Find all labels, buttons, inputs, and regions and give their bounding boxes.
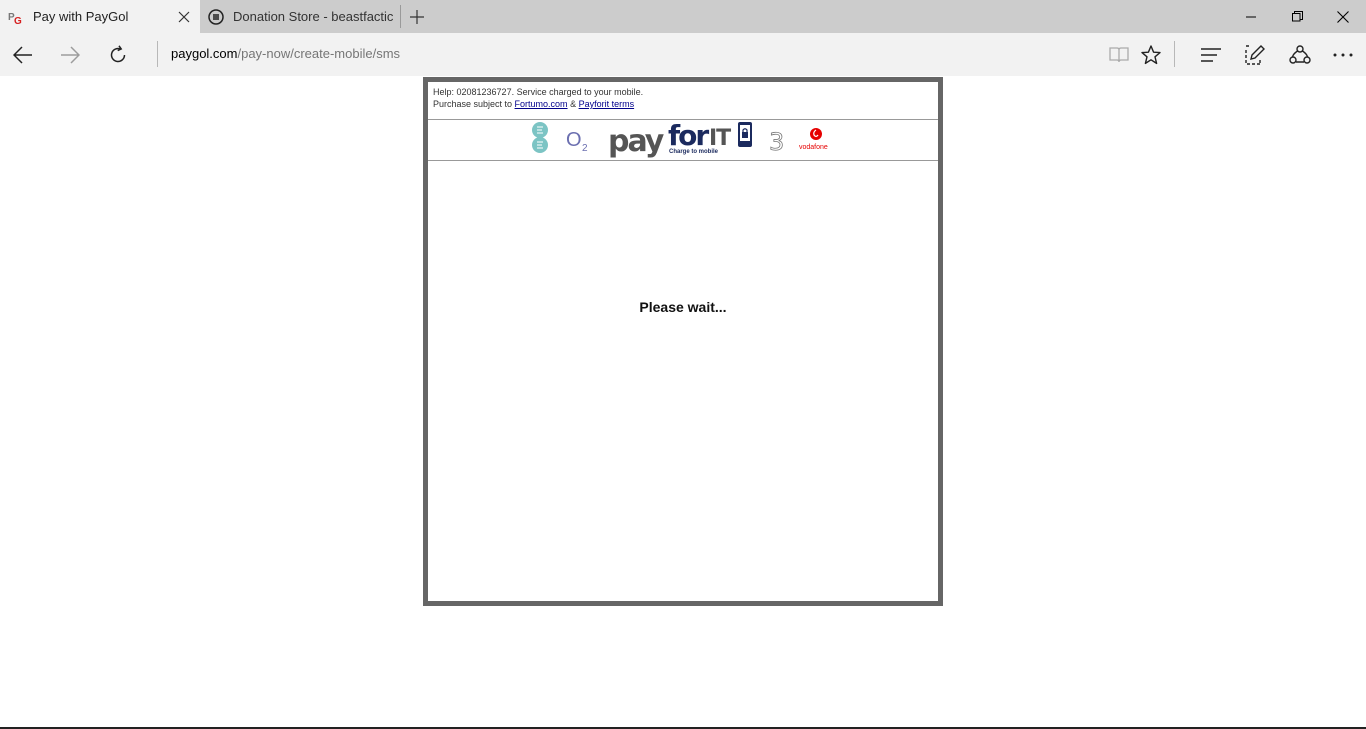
operator-logos: O 2 pay for IT Charge to mobile 3 vodafo… [428,119,938,161]
o2-logo: O [566,129,582,151]
web-note-button[interactable] [1232,33,1278,76]
payment-frame: Help: 02081236727. Service charged to yo… [423,77,943,606]
star-icon [1141,44,1161,64]
forward-button[interactable] [47,33,93,76]
address-path: /pay-now/create-mobile/sms [237,46,401,61]
plus-icon [410,9,424,24]
navigation-bar: paygol.com/pay-now/create-mobile/sms [0,33,1366,76]
refresh-icon [110,44,126,62]
forward-arrow-icon [61,45,80,64]
payforit-it: IT [709,126,731,151]
help-box: Help: 02081236727. Service charged to yo… [428,82,938,120]
payforit-pay: pay [608,124,665,159]
more-button[interactable] [1320,33,1366,76]
vodafone-logo-icon [810,128,822,140]
toolbar-divider [1174,41,1175,67]
back-button[interactable] [0,33,46,76]
mobile-lock-icon [738,122,752,147]
refresh-button[interactable] [95,33,141,76]
close-tab-icon[interactable] [168,0,200,33]
status-message: Please wait... [639,299,727,315]
vodafone-wordmark: vodafone [799,144,828,151]
close-window-button[interactable] [1320,0,1366,33]
book-icon [1109,46,1129,62]
address-bar[interactable]: paygol.com/pay-now/create-mobile/sms [171,46,400,61]
restore-icon [1291,11,1303,22]
address-divider [157,41,158,67]
payforit-for: for [668,120,709,152]
back-arrow-icon [13,45,32,64]
share-icon [1289,44,1311,64]
tab-donation-store[interactable]: Donation Store - beastfactic [200,0,400,33]
ee-logo-icon [532,122,548,153]
more-dots-icon [1333,53,1353,56]
purchase-prefix: Purchase subject to [433,99,515,109]
payforit-terms-link[interactable]: Payforit terms [579,99,635,109]
ampersand: & [567,99,579,109]
svg-text:G: G [14,16,22,25]
help-text: Help: 02081236727. Service charged to yo… [433,87,644,97]
tab-title: Donation Store - beastfactic [233,9,394,24]
address-domain: paygol.com [171,46,238,61]
favorite-button[interactable] [1128,33,1174,76]
paygol-favicon-icon: P G [8,9,24,25]
tab-title: Pay with PayGol [33,9,129,24]
store-favicon-icon [208,8,224,25]
tab-strip: P G Pay with PayGol Donation Store - bea… [0,0,1366,33]
close-icon [1337,10,1349,23]
minimize-icon [1245,16,1256,18]
minimize-button[interactable] [1228,0,1274,33]
tab-paygol[interactable]: P G Pay with PayGol [0,0,200,33]
payforit-tagline: Charge to mobile [669,149,719,155]
purchase-terms: Purchase subject to Fortumo.com & Payfor… [433,98,938,110]
restore-button[interactable] [1274,0,1320,33]
o2-logo-subscript: 2 [582,143,588,154]
hub-icon [1201,47,1221,62]
web-note-icon [1245,44,1265,65]
hub-button[interactable] [1188,33,1234,76]
fortumo-link[interactable]: Fortumo.com [515,99,568,109]
share-button[interactable] [1277,33,1323,76]
new-tab-button[interactable] [401,0,433,33]
three-logo: 3 [769,128,784,156]
